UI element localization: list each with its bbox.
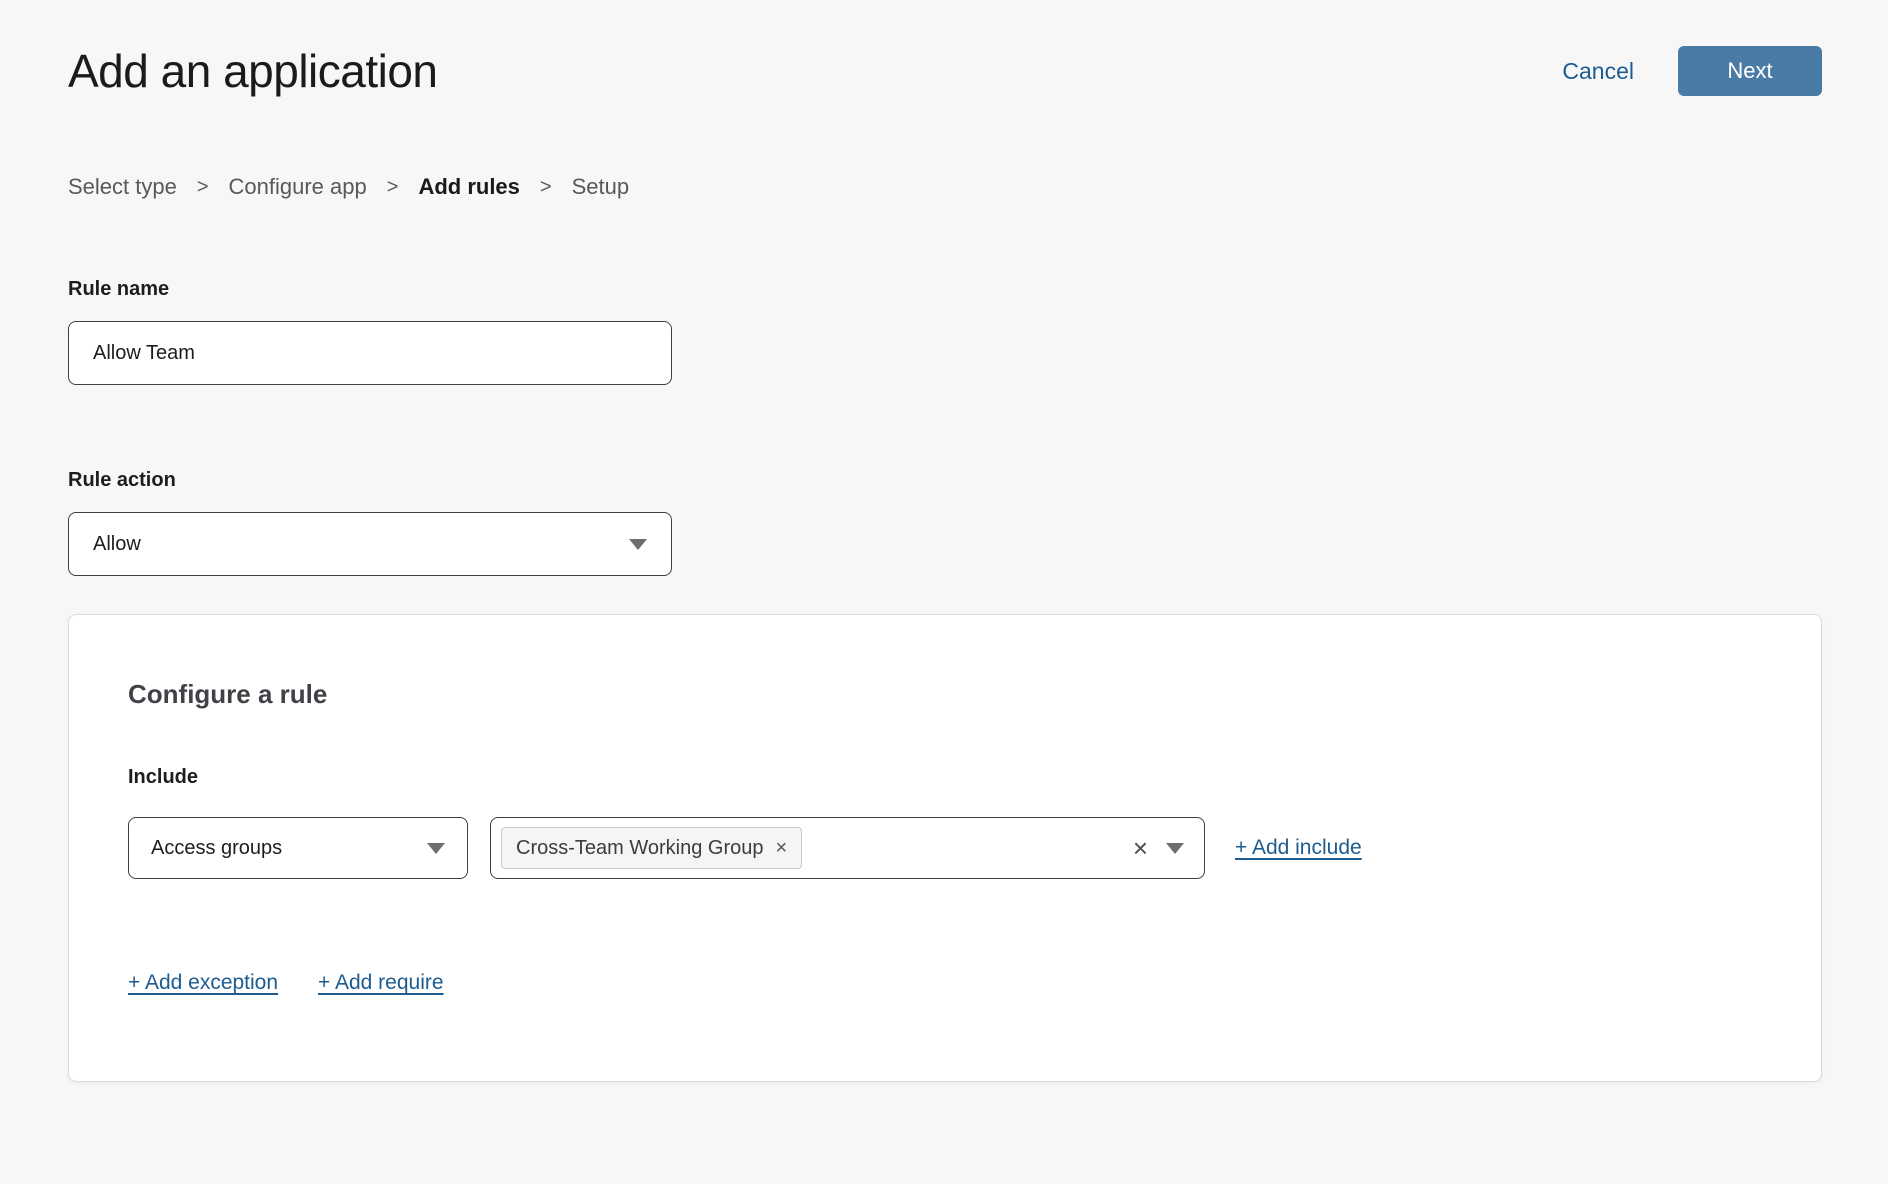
rule-action-selected-value: Allow: [93, 533, 141, 556]
chevron-down-icon: [427, 843, 445, 854]
include-row: Access groups Cross-Team Working Group ×…: [128, 817, 1761, 879]
configure-rule-card: Configure a rule Include Access groups C…: [68, 614, 1822, 1082]
page-title: Add an application: [68, 44, 438, 98]
breadcrumb-separator: >: [197, 176, 209, 199]
add-require-link[interactable]: + Add require: [318, 971, 444, 995]
rule-name-input[interactable]: [68, 321, 672, 385]
add-exception-link[interactable]: + Add exception: [128, 971, 278, 995]
include-value-multiselect[interactable]: Cross-Team Working Group × ×: [490, 817, 1205, 879]
selected-group-tag-label: Cross-Team Working Group: [516, 837, 763, 860]
chevron-down-icon[interactable]: [1166, 843, 1184, 854]
breadcrumb-step-setup[interactable]: Setup: [572, 174, 630, 200]
breadcrumb: Select type > Configure app > Add rules …: [68, 174, 1822, 200]
multiselect-controls: ×: [1133, 835, 1184, 861]
header-actions: Cancel Next: [1562, 46, 1822, 96]
next-button[interactable]: Next: [1678, 46, 1822, 96]
add-include-link[interactable]: + Add include: [1235, 836, 1362, 860]
breadcrumb-step-configure-app[interactable]: Configure app: [229, 174, 367, 200]
page-header: Add an application Cancel Next: [68, 44, 1822, 98]
breadcrumb-step-select-type[interactable]: Select type: [68, 174, 177, 200]
configure-rule-title: Configure a rule: [128, 679, 1761, 710]
breadcrumb-step-add-rules[interactable]: Add rules: [418, 174, 519, 200]
rule-action-select[interactable]: Allow: [68, 512, 672, 576]
breadcrumb-separator: >: [387, 176, 399, 199]
include-label: Include: [128, 766, 1761, 789]
clear-selection-icon[interactable]: ×: [1133, 835, 1148, 861]
selected-group-tag: Cross-Team Working Group ×: [501, 827, 802, 869]
rule-name-label: Rule name: [68, 278, 1822, 301]
cancel-button[interactable]: Cancel: [1562, 58, 1634, 85]
rule-links-row: + Add exception + Add require: [128, 971, 1761, 995]
include-selector-dropdown[interactable]: Access groups: [128, 817, 468, 879]
add-application-page: Add an application Cancel Next Select ty…: [0, 0, 1888, 1082]
tag-remove-icon[interactable]: ×: [775, 838, 787, 858]
chevron-down-icon: [629, 539, 647, 550]
include-selector-value: Access groups: [151, 837, 282, 860]
rule-action-label: Rule action: [68, 469, 1822, 492]
breadcrumb-separator: >: [540, 176, 552, 199]
